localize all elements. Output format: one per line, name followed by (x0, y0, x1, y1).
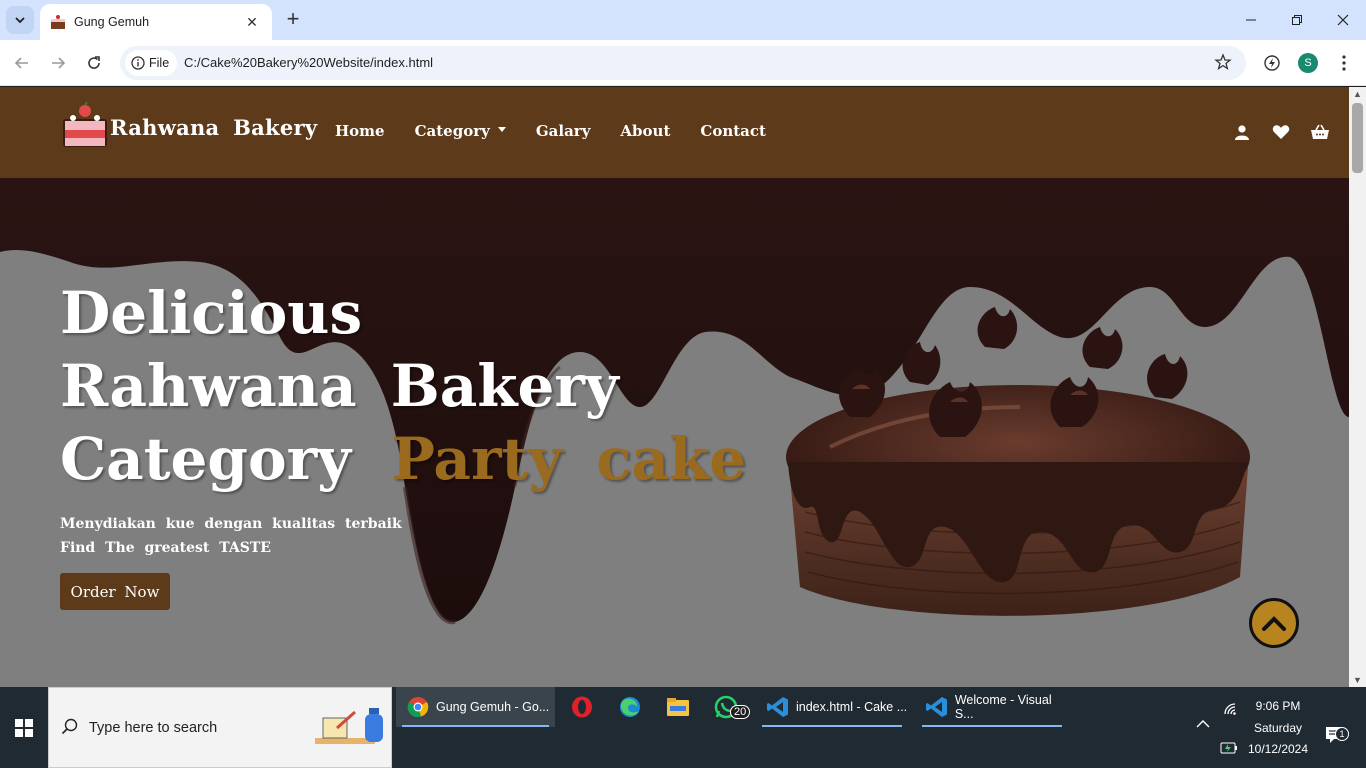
tab-title: Gung Gemuh (74, 15, 150, 29)
menu-home[interactable]: Home (335, 122, 385, 140)
page-viewport: Rahwana Bakery Home Category Galary Abou… (0, 87, 1349, 687)
chrome-icon (406, 695, 430, 719)
site-logo-text[interactable]: Rahwana Bakery (110, 115, 317, 140)
windows-logo-icon (15, 718, 33, 737)
hero-accent: Party cake (391, 425, 747, 493)
task-vscode-welcome[interactable]: Welcome - Visual S... (916, 687, 1068, 727)
heart-icon[interactable] (1270, 121, 1292, 143)
vscode-icon (766, 695, 790, 719)
start-button[interactable] (0, 687, 48, 768)
hero-sub-line-1: Menydiakan kue dengan kualitas terbaik (60, 516, 402, 532)
clock-time[interactable]: 9:06 PM (1254, 699, 1302, 713)
page-scrollbar[interactable]: ▲ ▼ (1349, 87, 1366, 687)
task-opera[interactable] (560, 687, 600, 727)
restore-button[interactable] (1274, 0, 1320, 40)
edge-icon (618, 695, 642, 719)
task-vscode-index[interactable]: index.html - Cake ... (756, 687, 908, 727)
main-menu: Home Category Galary About Contact (335, 122, 796, 140)
task-vscode-welcome-label: Welcome - Visual S... (954, 693, 1052, 721)
arrow-left-icon (14, 57, 28, 69)
site-navbar: Rahwana Bakery Home Category Galary Abou… (0, 87, 1349, 178)
hero-line-1: Delicious (60, 279, 363, 347)
info-icon (131, 56, 145, 70)
arrow-right-icon (52, 57, 66, 69)
chip-label: File (149, 56, 170, 70)
back-button[interactable] (8, 49, 36, 77)
bookmark-star-icon[interactable] (1214, 53, 1232, 71)
battery-charging-icon[interactable] (1220, 741, 1238, 755)
reload-icon (88, 56, 100, 69)
menu-about[interactable]: About (620, 122, 670, 140)
close-window-button[interactable] (1320, 0, 1366, 40)
nav-icon-group (1214, 121, 1331, 143)
minimize-icon (1246, 19, 1256, 21)
task-file-explorer[interactable] (656, 687, 696, 727)
file-explorer-icon (666, 695, 690, 719)
browser-tab-strip: Gung Gemuh ✕ + (0, 0, 1366, 40)
browser-tab[interactable]: Gung Gemuh ✕ (40, 4, 272, 40)
scroll-up-arrow-icon[interactable]: ▲ (1353, 89, 1362, 99)
chevron-up-icon (1262, 616, 1286, 631)
taskbar-search-box[interactable]: Type here to search (48, 687, 392, 768)
whatsapp-unread-badge: 20 (730, 705, 751, 719)
task-vscode-index-label: index.html - Cake ... (796, 700, 908, 714)
opera-icon (570, 695, 594, 719)
search-icon (61, 718, 78, 735)
search-placeholder: Type here to search (89, 720, 218, 736)
reload-button[interactable] (80, 49, 108, 77)
browser-menu-button[interactable] (1333, 52, 1355, 74)
chocolate-cake-image (786, 307, 1250, 616)
running-indicator (922, 725, 1062, 727)
kebab-menu-icon (1342, 55, 1346, 71)
running-indicator (762, 725, 902, 727)
restore-icon (1292, 15, 1302, 25)
chevron-down-icon (15, 17, 25, 24)
hero-line-3: Category (60, 425, 351, 493)
basket-icon[interactable] (1309, 121, 1331, 143)
notification-count-badge: 1 (1335, 727, 1349, 741)
url-text[interactable]: C:/Cake%20Bakery%20Website/index.html (184, 55, 433, 70)
task-chrome[interactable]: Gung Gemuh - Go... (396, 687, 555, 727)
show-hidden-icons-icon[interactable] (1196, 719, 1210, 729)
menu-category[interactable]: Category (415, 122, 506, 140)
tab-search-button[interactable] (6, 6, 34, 34)
hero-sub-line-2: Find The greatest TASTE (60, 540, 271, 556)
browser-toolbar: File C:/Cake%20Bakery%20Website/index.ht… (0, 40, 1366, 86)
hero-heading: Delicious Rahwana Bakery Category Party … (60, 277, 746, 496)
menu-galary[interactable]: Galary (536, 122, 591, 140)
performance-icon (1264, 55, 1280, 71)
menu-category-label: Category (414, 122, 490, 140)
cake-logo-icon[interactable] (60, 101, 110, 151)
wifi-icon[interactable] (1222, 701, 1238, 717)
new-tab-button[interactable]: + (280, 6, 306, 34)
site-info-chip[interactable]: File (125, 50, 178, 76)
active-indicator (402, 725, 549, 727)
windows-taskbar: Type here to search Gung Gemuh - Go... 2… (0, 687, 1366, 768)
scroll-down-arrow-icon[interactable]: ▼ (1353, 675, 1362, 685)
clock-date[interactable]: 10/12/2024 (1244, 742, 1312, 756)
order-now-button[interactable]: Order Now (60, 573, 170, 610)
extensions-button[interactable] (1261, 52, 1283, 74)
vscode-icon (926, 695, 949, 719)
search-highlight-illustration-icon (315, 708, 383, 744)
profile-avatar[interactable]: S (1298, 53, 1318, 73)
task-edge[interactable] (608, 687, 648, 727)
task-chrome-label: Gung Gemuh - Go... (436, 700, 550, 714)
scroll-thumb[interactable] (1352, 103, 1363, 173)
address-bar[interactable]: File C:/Cake%20Bakery%20Website/index.ht… (120, 46, 1246, 80)
menu-contact[interactable]: Contact (700, 122, 766, 140)
user-icon[interactable] (1231, 121, 1253, 143)
scroll-to-top-button[interactable] (1249, 598, 1299, 648)
clock-day[interactable]: Saturday (1248, 721, 1308, 735)
close-tab-icon[interactable]: ✕ (242, 14, 262, 31)
minimize-button[interactable] (1228, 0, 1274, 40)
forward-button[interactable] (44, 49, 72, 77)
hero-subtext: Menydiakan kue dengan kualitas terbaik F… (60, 512, 402, 560)
close-icon (1337, 14, 1349, 26)
caret-down-icon (497, 127, 506, 132)
hero-line-2: Rahwana Bakery (60, 352, 619, 420)
cake-favicon-icon (51, 15, 65, 29)
